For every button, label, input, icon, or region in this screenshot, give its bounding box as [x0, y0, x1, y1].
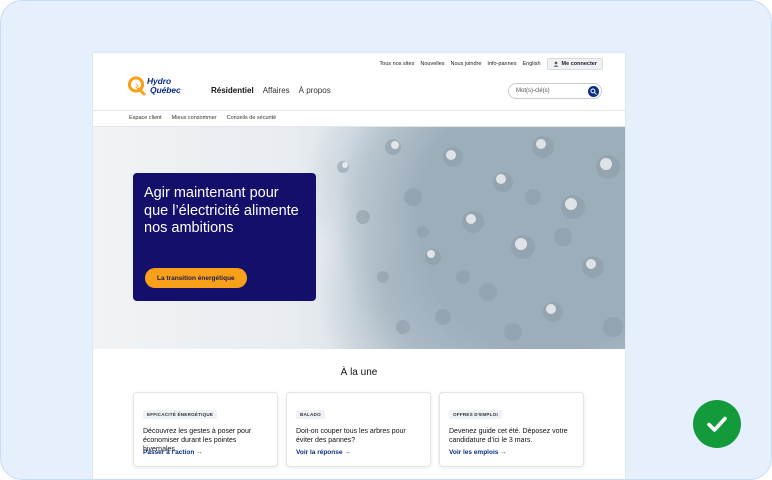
success-badge — [693, 400, 741, 448]
utility-bar: Tous nos sites Nouvelles Nous joindre In… — [380, 57, 603, 71]
news-link[interactable]: Passer à l’action → — [143, 449, 203, 456]
nav-item-affaires[interactable]: Affaires — [263, 86, 290, 95]
news-text: Doit-on couper tous les arbres pour évit… — [296, 428, 406, 444]
utility-link-outages[interactable]: Info-pannes — [487, 61, 516, 67]
utility-link-contact[interactable]: Nous joindre — [451, 61, 482, 67]
subnav-item-espace-client[interactable]: Espace client — [129, 115, 162, 121]
utility-link-news[interactable]: Nouvelles — [420, 61, 444, 67]
hydro-quebec-logo[interactable]: Hydro Québec — [127, 75, 197, 99]
energy-transition-button[interactable]: La transition énergétique — [145, 268, 247, 288]
sub-nav: Espace client Mieux consommer Conseils d… — [129, 115, 276, 121]
logo-text: Hydro Québec — [147, 77, 181, 94]
web-page: Tous nos sites Nouvelles Nous joindre In… — [93, 53, 625, 479]
nav-item-a-propos[interactable]: À propos — [299, 86, 331, 95]
logo-line-2: Québec — [150, 84, 181, 95]
news-section-title: À la une — [340, 367, 378, 378]
login-button[interactable]: Me connecter — [546, 58, 603, 70]
check-icon — [707, 416, 727, 432]
news-text: Devenez guide cet été. Déposez votre can… — [449, 428, 568, 444]
user-icon — [553, 61, 558, 67]
search-icon — [590, 88, 597, 95]
logo-q-icon — [127, 76, 146, 96]
news-tag: EFFICACITÉ ÉNERGÉTIQUE — [143, 410, 218, 419]
news-link[interactable]: Voir les emplois → — [449, 449, 507, 456]
search-input[interactable]: Mot(s)-clé(s) — [508, 83, 602, 99]
hero-title: Agir maintenant pour que l’électricité a… — [144, 185, 299, 236]
subnav-item-conseils-securite[interactable]: Conseils de sécurité — [227, 115, 277, 121]
hero-card: Agir maintenant pour que l’électricité a… — [133, 173, 316, 301]
utility-link-all-sites[interactable]: Tous nos sites — [380, 61, 415, 67]
hero-banner: Agir maintenant pour que l’électricité a… — [93, 127, 625, 349]
news-link[interactable]: Voir la réponse → — [296, 449, 351, 456]
news-tag: OFFRES D'EMPLOI — [449, 410, 502, 419]
news-tile[interactable]: OFFRES D'EMPLOI Devenez guide cet été. D… — [439, 392, 584, 467]
subnav-item-mieux-consommer[interactable]: Mieux consommer — [172, 115, 217, 121]
login-label: Me connecter — [561, 61, 597, 67]
main-nav: Résidentiel Affaires À propos — [211, 86, 331, 95]
utility-link-english[interactable]: English — [522, 61, 540, 67]
header-divider — [93, 110, 625, 111]
news-tag: BALADO — [296, 410, 325, 419]
nav-item-residentiel[interactable]: Résidentiel — [211, 86, 254, 95]
screenshot-frame: Tous nos sites Nouvelles Nous joindre In… — [0, 0, 772, 480]
news-tile[interactable]: BALADO Doit-on couper tous les arbres po… — [286, 392, 431, 467]
search-button[interactable] — [588, 86, 599, 97]
news-tile[interactable]: EFFICACITÉ ÉNERGÉTIQUE Découvrez les ges… — [133, 392, 278, 467]
search-placeholder: Mot(s)-clé(s) — [516, 88, 550, 94]
